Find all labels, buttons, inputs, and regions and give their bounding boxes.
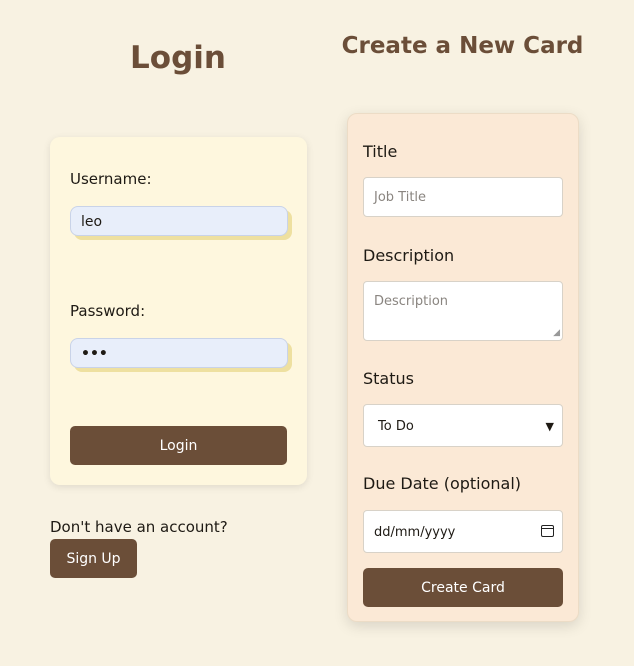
title-placeholder: Job Title: [374, 190, 427, 205]
status-selected-value: To Do: [378, 419, 414, 434]
username-input[interactable]: leo: [70, 206, 288, 236]
login-form: Username: leo Password: ••• Login: [50, 137, 307, 485]
description-label: Description: [363, 246, 455, 265]
due-date-label: Due Date (optional): [363, 474, 522, 493]
login-title: Login: [130, 40, 226, 76]
signup-prompt: Don't have an account?: [50, 518, 228, 536]
signup-button[interactable]: Sign Up: [50, 539, 137, 578]
due-date-placeholder: dd/mm/yyyy: [374, 525, 456, 540]
description-placeholder: Description: [374, 294, 449, 309]
status-label: Status: [363, 369, 414, 388]
title-input[interactable]: Job Title: [363, 177, 563, 217]
chevron-down-icon: ▼: [545, 420, 554, 433]
due-date-input[interactable]: dd/mm/yyyy: [363, 510, 563, 553]
status-select[interactable]: To Do ▼: [363, 404, 563, 447]
password-label: Password:: [70, 302, 146, 320]
login-button[interactable]: Login: [70, 426, 287, 465]
title-label: Title: [363, 142, 398, 161]
username-label: Username:: [70, 170, 152, 188]
description-textarea[interactable]: Description ◢: [363, 281, 563, 341]
create-card-form: Title Job Title Description Description …: [347, 113, 579, 622]
create-card-title: Create a New Card: [341, 33, 584, 59]
password-input[interactable]: •••: [70, 338, 288, 368]
calendar-icon[interactable]: [541, 525, 554, 537]
create-card-button[interactable]: Create Card: [363, 568, 563, 607]
resize-grip-icon[interactable]: ◢: [553, 329, 560, 338]
